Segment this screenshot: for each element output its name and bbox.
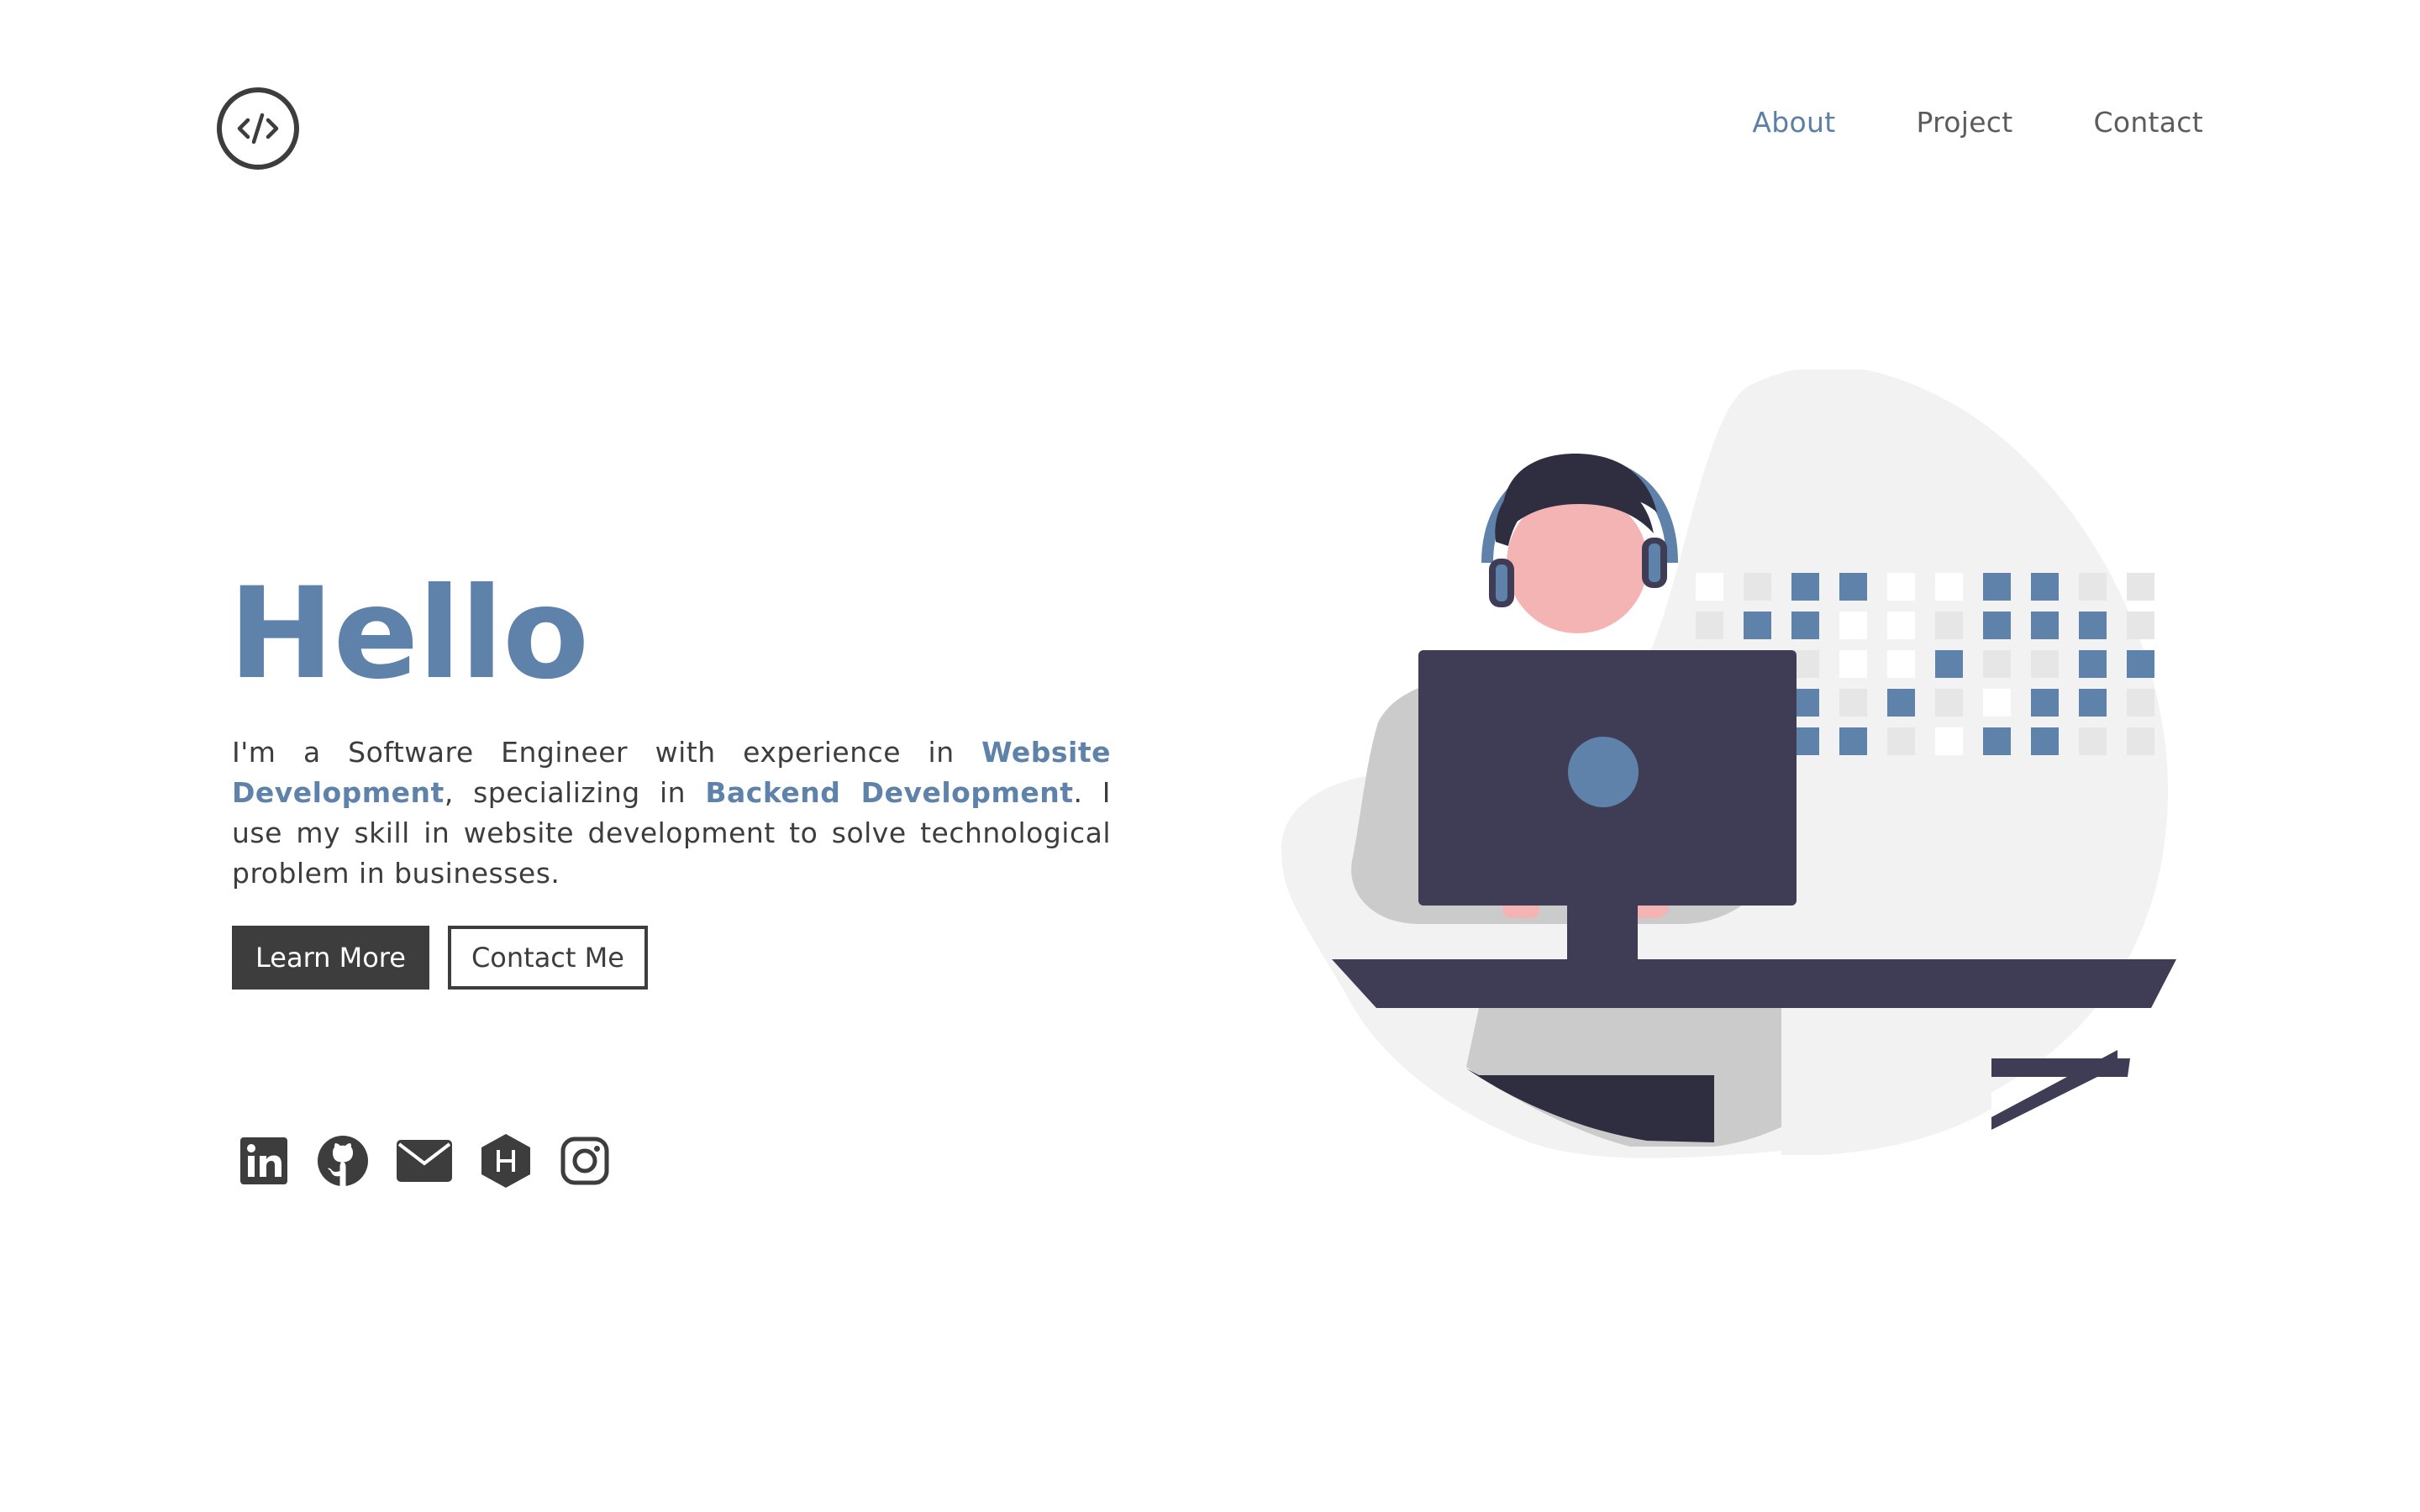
github-icon bbox=[318, 1136, 368, 1186]
nav-project[interactable]: Project bbox=[1916, 106, 2012, 139]
hero-actions: Learn More Contact Me bbox=[232, 926, 648, 990]
main-nav: About Project Contact bbox=[1752, 106, 2203, 139]
highlight-backend-development: Backend Development bbox=[705, 776, 1074, 809]
hashnode-icon bbox=[481, 1134, 530, 1188]
page: About Project Contact Hello I'm a Softwa… bbox=[0, 0, 2420, 1512]
linkedin-icon bbox=[240, 1137, 287, 1184]
developer-illustration bbox=[1281, 370, 2176, 1158]
contact-me-button[interactable]: Contact Me bbox=[447, 926, 648, 990]
instagram-link[interactable] bbox=[558, 1134, 612, 1188]
social-links bbox=[237, 1134, 612, 1188]
code-brackets-icon bbox=[237, 113, 279, 144]
email-icon bbox=[397, 1140, 452, 1182]
hero-title: Hello bbox=[229, 561, 589, 707]
email-link[interactable] bbox=[395, 1134, 454, 1188]
hashnode-link[interactable] bbox=[479, 1134, 533, 1188]
monitor-stand bbox=[1567, 904, 1638, 963]
nav-contact[interactable]: Contact bbox=[2094, 106, 2204, 139]
logo[interactable] bbox=[217, 87, 299, 170]
intro-text: I'm a Software Engineer with experience … bbox=[232, 736, 982, 769]
chair-back bbox=[1781, 1008, 1991, 1155]
linkedin-link[interactable] bbox=[237, 1134, 291, 1188]
github-link[interactable] bbox=[316, 1134, 370, 1188]
desk-top bbox=[1332, 959, 2176, 1008]
hero-intro: I'm a Software Engineer with experience … bbox=[232, 732, 1111, 894]
intro-text: , specializing in bbox=[444, 776, 706, 809]
nav-about[interactable]: About bbox=[1752, 106, 1835, 139]
learn-more-button[interactable]: Learn More bbox=[232, 926, 429, 990]
monitor-logo bbox=[1568, 737, 1639, 807]
instagram-icon bbox=[560, 1137, 609, 1185]
